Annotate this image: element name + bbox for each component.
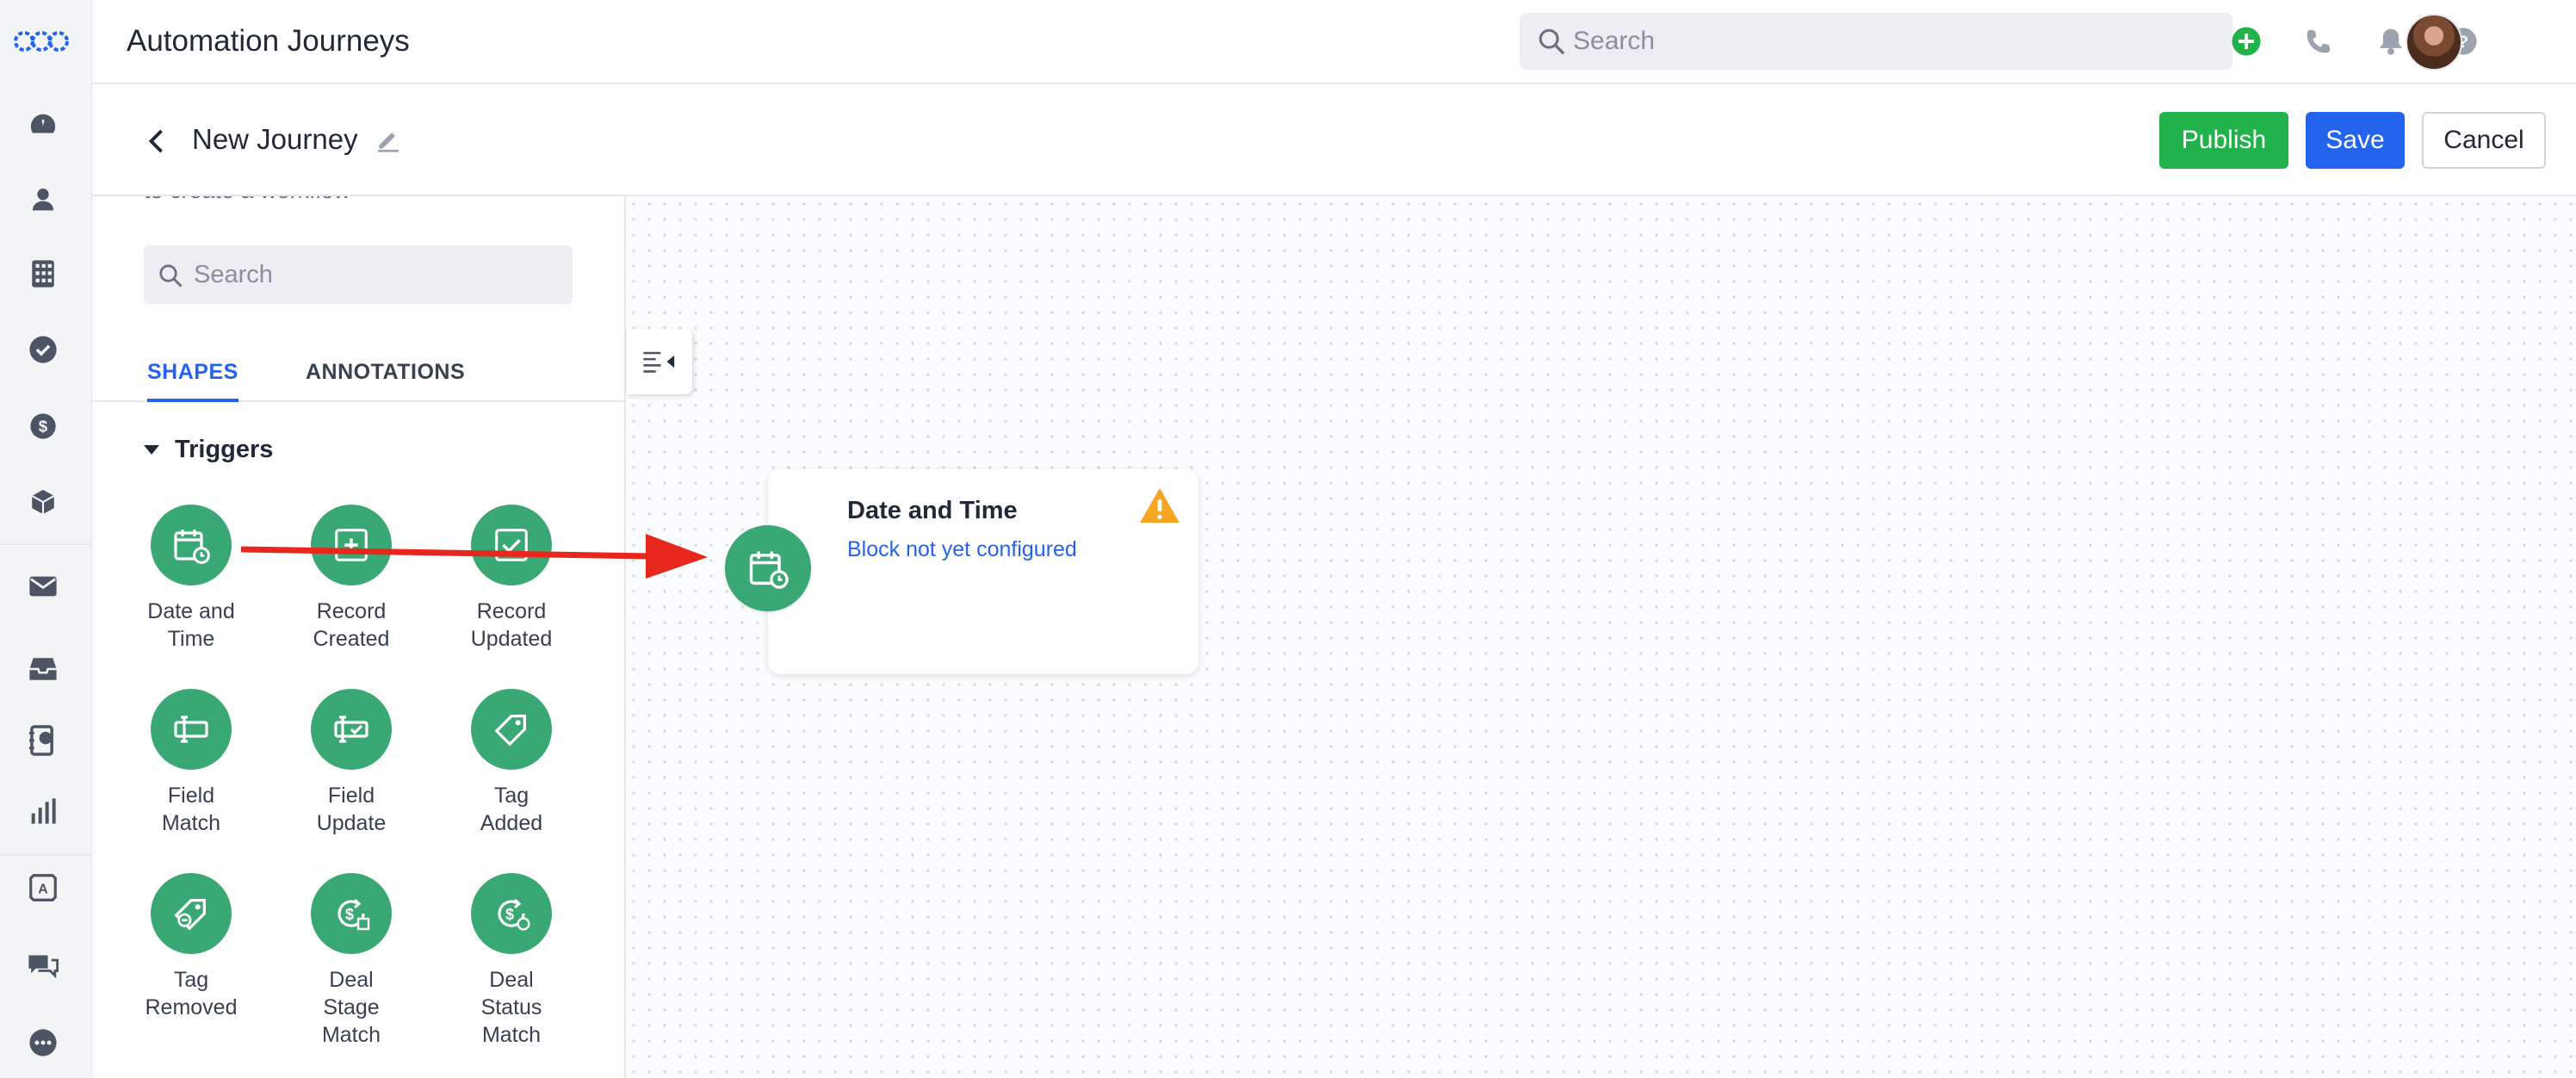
app-nav-rail: $ A: [0, 0, 92, 1078]
notifications-bell-icon[interactable]: [2374, 24, 2408, 59]
drag-indicator-arrow: [241, 534, 708, 579]
publish-button[interactable]: Publish: [2159, 112, 2288, 169]
back-arrow-icon[interactable]: [142, 126, 173, 157]
app-title: Automation Journeys: [127, 24, 410, 58]
deals-icon[interactable]: $: [26, 409, 60, 443]
phone-book-icon[interactable]: [26, 723, 60, 758]
inbox-icon[interactable]: [26, 652, 60, 686]
accounts-icon[interactable]: [26, 257, 60, 291]
phone-icon[interactable]: [2301, 24, 2336, 59]
panel-tabs: SHAPES ANNOTATIONS: [92, 354, 624, 402]
tag-icon: [471, 689, 552, 770]
svg-text:$: $: [505, 906, 514, 923]
shape-label: Tag Added: [480, 784, 543, 835]
tasks-icon[interactable]: [26, 332, 60, 367]
shape-label: Deal Status Match: [480, 968, 542, 1047]
field-update-icon: [311, 689, 392, 770]
top-bar: Automation Journeys ?: [92, 0, 2576, 84]
shape-field-match[interactable]: Field Match: [109, 689, 273, 837]
node-status: Block not yet configured: [847, 537, 1077, 561]
journey-name: New Journey: [192, 123, 358, 155]
deal-stage-icon: $: [311, 873, 392, 954]
svg-text:A: A: [38, 882, 48, 896]
node-calendar-clock-icon[interactable]: [725, 525, 811, 611]
caret-down-icon: [144, 445, 159, 455]
logo-icon[interactable]: [13, 26, 70, 57]
shapes-panel: to create a workflow SHAPES ANNOTATIONS …: [92, 196, 626, 1078]
node-title: Date and Time: [847, 497, 1018, 524]
shape-field-update[interactable]: Field Update: [269, 689, 433, 837]
shapes-search[interactable]: [144, 245, 573, 304]
global-search[interactable]: [1520, 13, 2232, 70]
tag-minus-icon: [151, 873, 232, 954]
collapse-left-icon: [643, 351, 675, 373]
calendar-clock-icon: [151, 505, 232, 585]
panel-intro-text: to create a workflow: [144, 196, 350, 204]
user-avatar[interactable]: [2406, 14, 2462, 71]
edit-pencil-icon[interactable]: [375, 126, 402, 153]
search-icon: [1539, 28, 1565, 55]
chat-icon[interactable]: [26, 949, 60, 983]
reports-icon[interactable]: [26, 794, 60, 828]
shape-tag-added[interactable]: Tag Added: [430, 689, 593, 837]
deal-status-icon: $: [471, 873, 552, 954]
shape-label: Record Created: [313, 599, 390, 651]
cancel-button[interactable]: Cancel: [2422, 112, 2546, 169]
tab-shapes[interactable]: SHAPES: [147, 354, 238, 402]
products-icon[interactable]: [26, 485, 60, 519]
trigger-node-card[interactable]: Date and Time Block not yet configured: [768, 469, 1198, 674]
triggers-group-header[interactable]: Triggers: [144, 436, 273, 464]
shape-label: Date and Time: [147, 599, 235, 651]
global-search-input[interactable]: [1573, 13, 2210, 70]
search-icon: [159, 264, 183, 288]
tab-annotations[interactable]: ANNOTATIONS: [306, 354, 465, 402]
dashboard-icon[interactable]: [26, 107, 60, 141]
automations-icon[interactable]: A: [26, 870, 60, 905]
shape-label: Field Update: [316, 784, 387, 835]
warning-triangle-icon: [1140, 487, 1180, 524]
shape-deal-status-match[interactable]: $ Deal Status Match: [430, 873, 593, 1049]
group-title: Triggers: [175, 436, 274, 463]
shape-label: Tag Removed: [145, 968, 238, 1019]
shape-label: Record Updated: [470, 599, 553, 651]
contacts-icon[interactable]: [26, 182, 60, 216]
shape-deal-stage-match[interactable]: $ Deal Stage Match: [269, 873, 433, 1049]
more-icon[interactable]: [26, 1025, 60, 1060]
save-button[interactable]: Save: [2306, 112, 2405, 169]
collapse-panel-button[interactable]: [627, 329, 692, 394]
rail-divider: [0, 854, 92, 856]
add-icon[interactable]: [2229, 24, 2263, 59]
rail-divider: [0, 543, 92, 545]
svg-text:$: $: [345, 906, 354, 923]
shape-tag-removed[interactable]: Tag Removed: [109, 873, 273, 1021]
email-icon[interactable]: [26, 569, 60, 604]
svg-text:$: $: [39, 418, 48, 436]
shape-label: Deal Stage Match: [321, 968, 381, 1047]
journey-header: New Journey Publish Save Cancel: [92, 84, 2576, 196]
field-match-icon: [151, 689, 232, 770]
shape-label: Field Match: [161, 784, 221, 835]
shapes-search-input[interactable]: [194, 245, 555, 304]
